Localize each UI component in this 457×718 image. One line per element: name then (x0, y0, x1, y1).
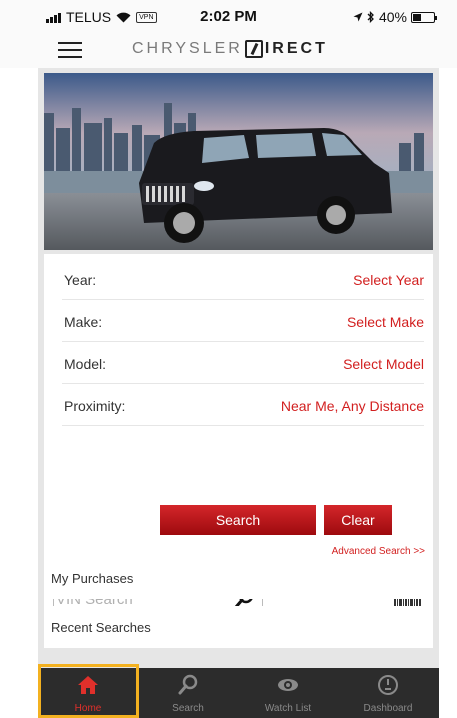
tab-dashboard-label: Dashboard (363, 703, 413, 714)
proximity-select[interactable]: Near Me, Any Distance (281, 398, 424, 414)
tab-home[interactable]: Home (38, 668, 138, 718)
status-bar: TELUS VPN 2:02 PM 40% (0, 0, 457, 36)
recent-searches-label: Recent Searches (51, 620, 151, 635)
year-row[interactable]: Year: Select Year (62, 258, 424, 300)
year-select[interactable]: Select Year (353, 272, 424, 288)
search-form: Year: Select Year Make: Select Make Mode… (44, 254, 433, 572)
hero-vehicle-image (44, 73, 433, 250)
tab-home-label: Home (74, 703, 102, 714)
clear-button[interactable]: Clear (324, 505, 392, 535)
brand-text-chrysler: CHRYSLER (132, 40, 243, 57)
model-select[interactable]: Select Model (343, 356, 424, 372)
bluetooth-icon (367, 11, 374, 23)
search-icon (178, 674, 198, 695)
location-arrow-icon (353, 12, 363, 22)
make-select[interactable]: Select Make (347, 314, 424, 330)
recent-searches-item[interactable]: Recent Searches (44, 606, 433, 648)
main-content: Year: Select Year Make: Select Make Mode… (38, 68, 439, 668)
vehicle-photo (44, 73, 433, 250)
tab-search-label: Search (172, 703, 204, 714)
search-button[interactable]: Search (160, 505, 316, 535)
battery-percent: 40% (378, 9, 407, 25)
battery-icon (411, 11, 437, 23)
bottom-tab-bar: Home Search Watch List Dashboard (38, 668, 439, 718)
brand-d-mark (244, 40, 263, 58)
speedometer-icon (378, 675, 398, 695)
brand-logo: CHRYSLER IRECT (132, 40, 328, 58)
advanced-search-link[interactable]: Advanced Search >> (332, 546, 425, 557)
eye-icon (278, 679, 298, 691)
model-row[interactable]: Model: Select Model (62, 342, 424, 384)
home-icon (78, 676, 98, 694)
proximity-row[interactable]: Proximity: Near Me, Any Distance (62, 384, 424, 426)
menu-icon[interactable] (58, 40, 82, 60)
model-label: Model: (64, 356, 107, 372)
my-purchases-item[interactable]: My Purchases (44, 557, 433, 599)
tab-watch-list-label: Watch List (264, 703, 312, 714)
tab-watch-list[interactable]: Watch List (238, 668, 338, 718)
tab-search[interactable]: Search (138, 668, 238, 718)
make-label: Make: (64, 314, 103, 330)
brand-text-direct: IRECT (264, 40, 328, 57)
proximity-label: Proximity: (64, 398, 126, 414)
app-header: CHRYSLER IRECT (0, 36, 457, 68)
year-label: Year: (64, 272, 97, 288)
my-purchases-label: My Purchases (51, 571, 134, 586)
tab-dashboard[interactable]: Dashboard (338, 668, 438, 718)
make-row[interactable]: Make: Select Make (62, 300, 424, 342)
